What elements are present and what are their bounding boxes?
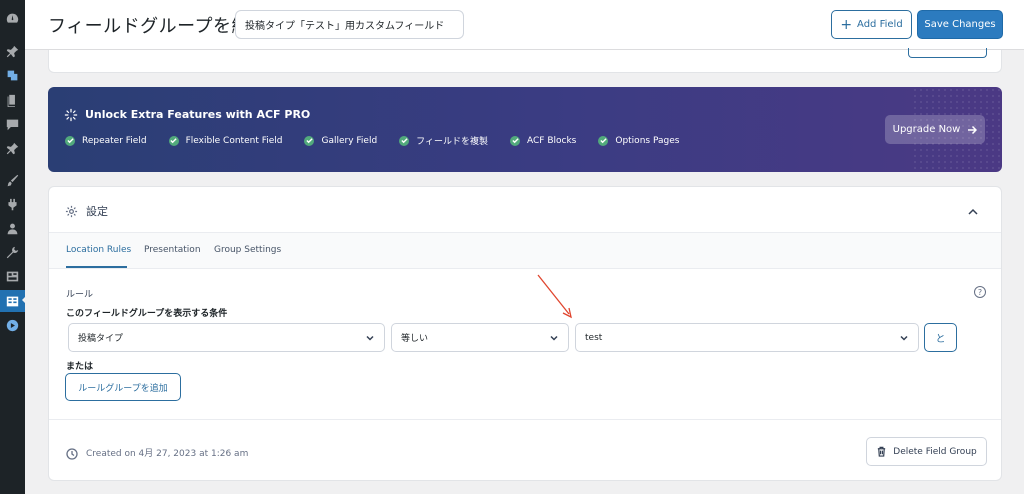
rule-value-text: test [585, 332, 603, 343]
play-icon[interactable] [5, 318, 20, 333]
field-group-title-input[interactable]: 投稿タイプ「テスト」用カスタムフィールド [235, 10, 464, 39]
pin-icon[interactable] [5, 44, 20, 59]
chevron-down-icon [549, 333, 559, 343]
settings-footer: Created on 4月 27, 2023 at 1:26 am Delete… [49, 419, 1001, 481]
promo-feature: Flexible Content Field [168, 134, 283, 147]
upgrade-label: Upgrade Now [892, 124, 961, 135]
promo-feature: ACF Blocks [510, 134, 576, 147]
created-timestamp: Created on 4月 27, 2023 at 1:26 am [86, 449, 249, 459]
active-tab-indicator [66, 266, 127, 268]
add-field-button[interactable]: + Add Field [831, 10, 912, 39]
media-icon[interactable] [5, 68, 20, 83]
save-changes-button[interactable]: Save Changes [917, 10, 1003, 39]
tab-group-settings[interactable]: Group Settings [214, 245, 281, 255]
sparkle-icon [64, 107, 78, 122]
settings-icon[interactable] [5, 269, 20, 284]
chevron-down-icon [365, 333, 375, 343]
settings-panel-header[interactable]: 設定 [49, 187, 1001, 233]
active-menu-indicator [22, 296, 26, 304]
acf-pro-promo-banner: Unlock Extra Features with ACF PRO Repea… [48, 87, 1002, 172]
feature-label: Options Pages [615, 135, 680, 146]
tools-icon[interactable] [5, 245, 20, 260]
promo-feature: Options Pages [598, 134, 679, 147]
fields-card-bottom [48, 48, 1002, 73]
chevron-down-icon [899, 333, 909, 343]
chevron-up-icon[interactable] [967, 203, 979, 215]
tab-location-rules[interactable]: Location Rules [66, 245, 131, 255]
admin-sidebar [0, 0, 26, 494]
check-icon [304, 135, 315, 146]
promo-feature: Gallery Field [304, 134, 377, 147]
settings-panel: 設定 Location Rules Presentation Group Set… [48, 186, 1002, 481]
promo-title: Unlock Extra Features with ACF PRO [85, 108, 311, 121]
settings-tabs: Location Rules Presentation Group Settin… [49, 233, 1001, 269]
add-field-label: Add Field [857, 19, 903, 30]
trash-icon [878, 446, 886, 457]
plus-icon: + [840, 16, 853, 33]
rule-param-select[interactable]: 投稿タイプ [68, 323, 385, 352]
help-icon[interactable]: ? [974, 286, 986, 298]
dashboard-icon[interactable] [5, 11, 20, 26]
comments-icon[interactable] [5, 117, 20, 132]
annotation-arrow [537, 274, 572, 319]
delete-label: Delete Field Group [893, 446, 977, 457]
arrow-right-icon [968, 125, 978, 134]
delete-field-group-button[interactable]: Delete Field Group [866, 437, 987, 466]
gear-icon [65, 203, 78, 218]
feature-label: Repeater Field [82, 135, 147, 146]
feature-label: Gallery Field [321, 135, 378, 146]
clock-icon [66, 445, 78, 460]
check-icon [510, 135, 520, 146]
promo-feature: フィールドを複製 [399, 134, 488, 147]
settings-title: 設定 [86, 205, 108, 218]
users-icon[interactable] [5, 221, 20, 236]
pages-icon[interactable] [5, 93, 20, 108]
rule-operator-value: 等しい [401, 334, 429, 344]
feature-label: Flexible Content Field [185, 135, 283, 146]
or-label: または [66, 362, 94, 372]
feature-label: ACF Blocks [527, 135, 577, 146]
rule-value-select[interactable]: test [575, 323, 919, 352]
rule-param-value: 投稿タイプ [78, 334, 124, 344]
check-icon [168, 135, 179, 146]
promo-feature-list: Repeater Field Flexible Content Field Ga… [65, 134, 701, 147]
upgrade-now-button[interactable]: Upgrade Now [885, 115, 985, 144]
tab-presentation[interactable]: Presentation [144, 245, 201, 255]
check-icon [399, 135, 410, 146]
condition-label: このフィールドグループを表示する条件 [66, 309, 228, 319]
add-and-rule-button[interactable]: と [924, 323, 957, 352]
plugins-icon[interactable] [5, 197, 20, 212]
feature-label: フィールドを複製 [416, 137, 488, 147]
appearance-icon[interactable] [5, 173, 20, 188]
check-icon [65, 135, 75, 146]
add-field-button-bottom[interactable] [908, 48, 987, 58]
page-header: フィールドグループを編集 投稿タイプ「テスト」用カスタムフィールド + Add … [25, 0, 1024, 50]
pin-icon[interactable] [5, 141, 20, 156]
promo-feature: Repeater Field [65, 134, 147, 147]
add-rule-group-button[interactable]: ルールグループを追加 [65, 373, 181, 401]
check-icon [598, 135, 609, 146]
rules-label: ルール [66, 290, 94, 300]
rule-operator-select[interactable]: 等しい [391, 323, 569, 352]
